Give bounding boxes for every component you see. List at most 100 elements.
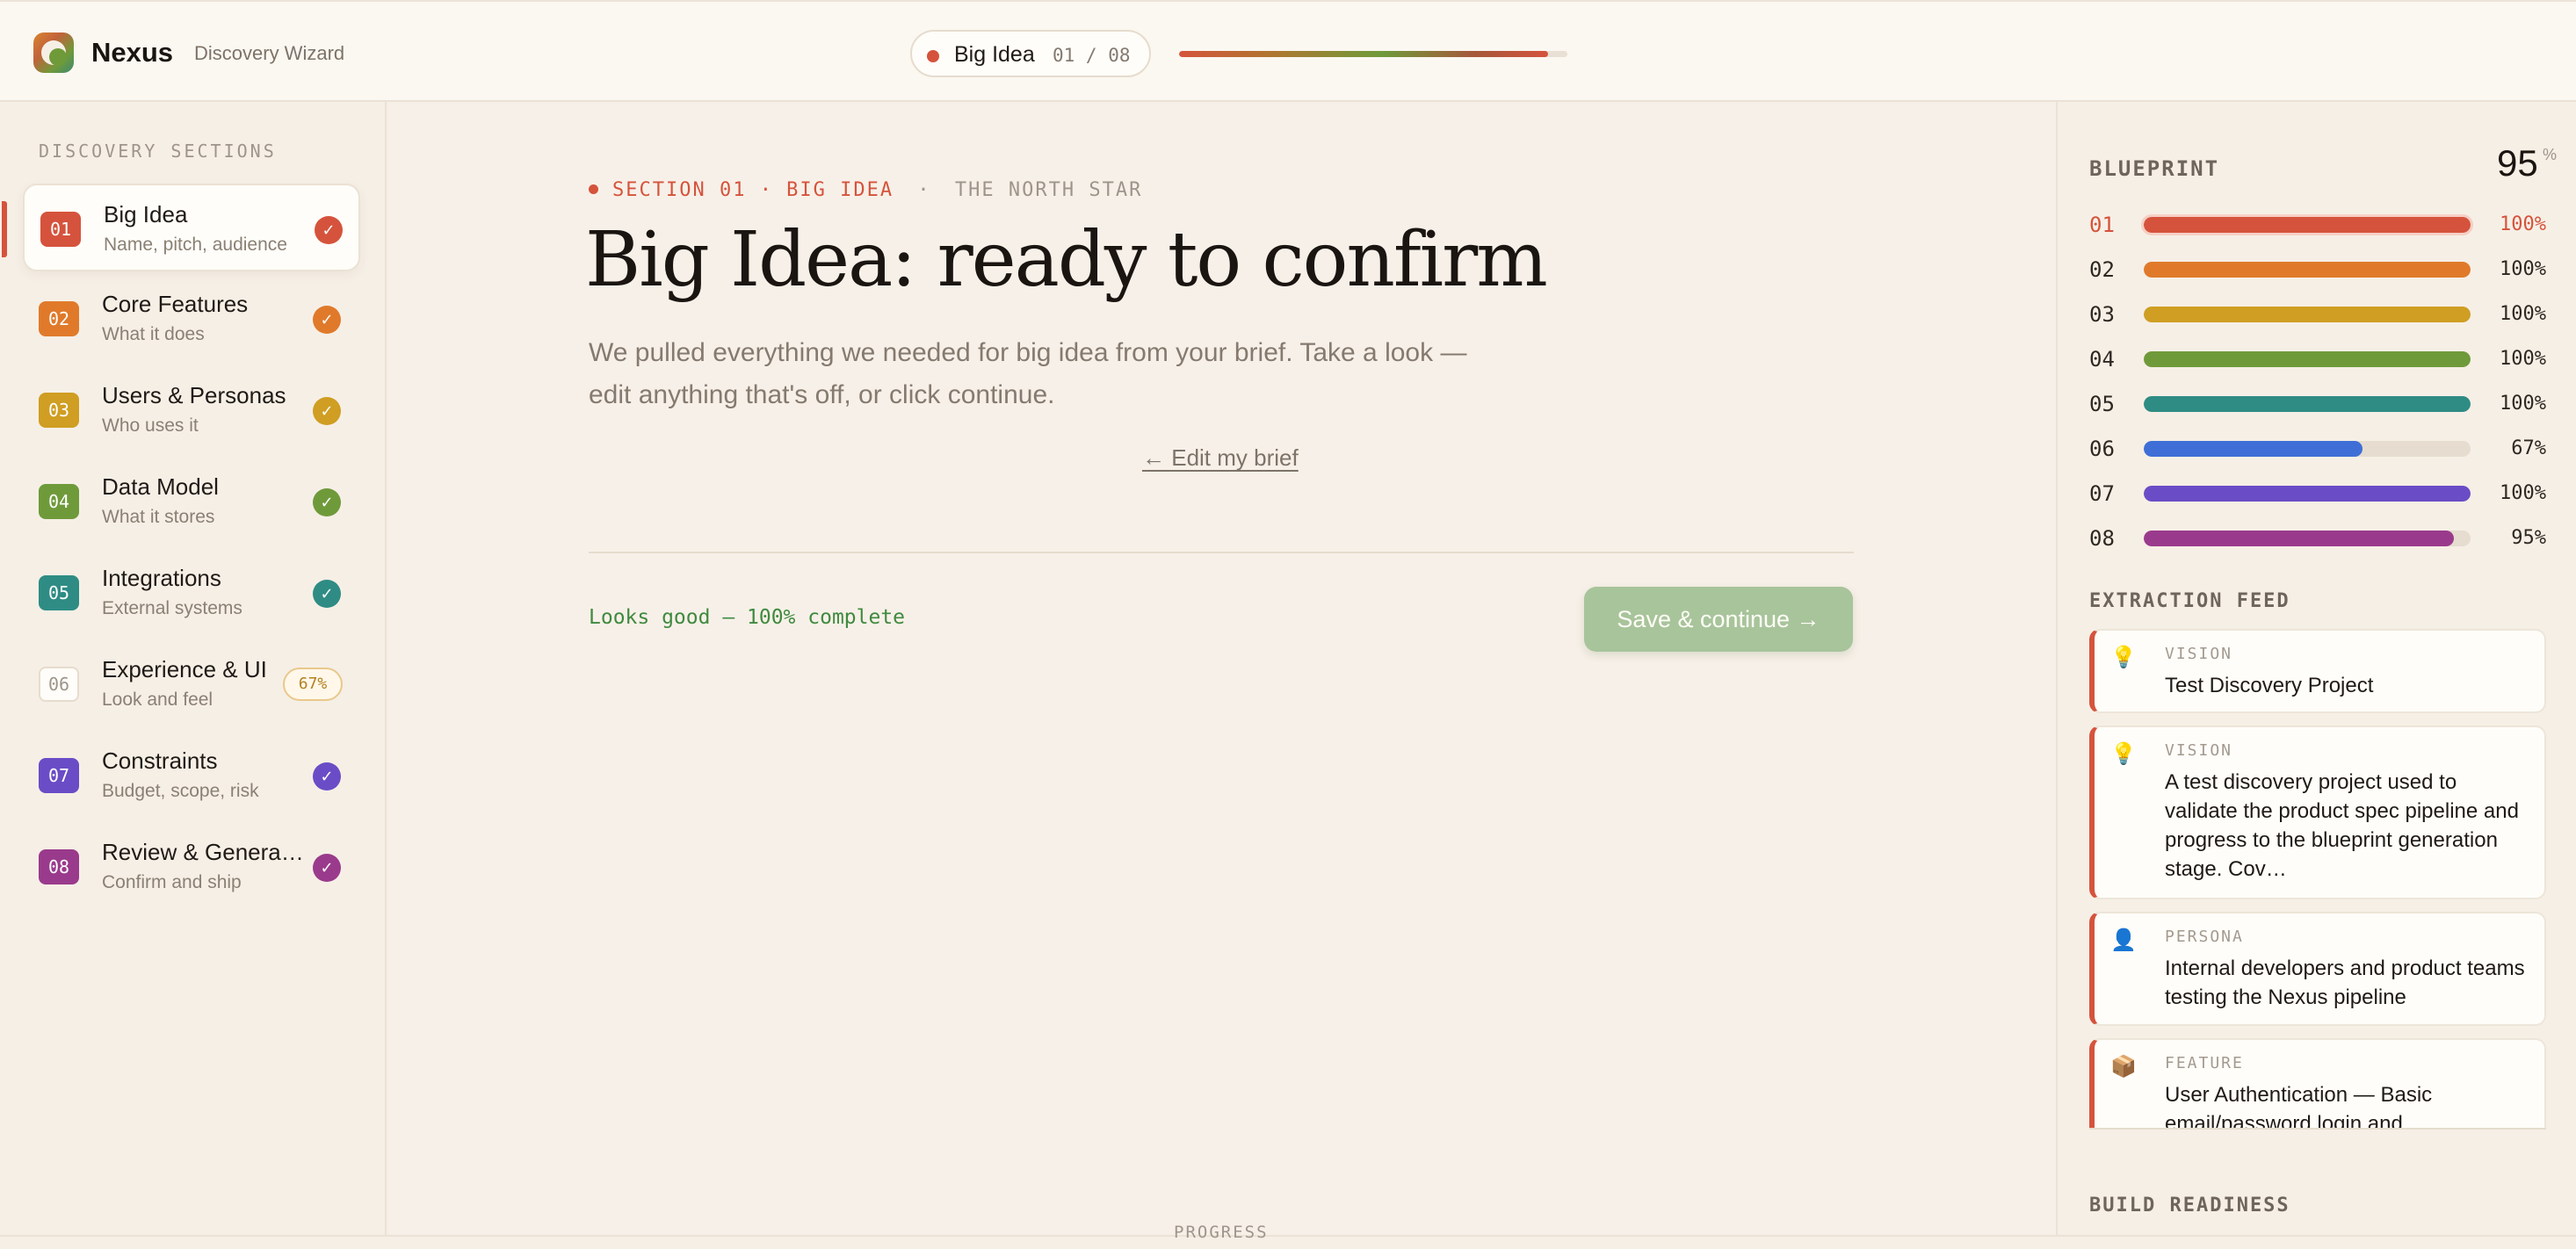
top-bar: Nexus Discovery Wizard Big Idea 01 / 08 [0, 0, 2576, 102]
extraction-feed[interactable]: 💡 VISION Test Discovery Project 💡 VISION A te… [2089, 629, 2546, 1128]
section-subtitle: Budget, scope, risk [102, 781, 259, 801]
feed-kind: PERSONA [2165, 928, 2244, 946]
blueprint-row-number: 04 [2089, 347, 2115, 372]
sidebar-item-constraints[interactable]: 07 Constraints Budget, scope, risk ✓ [23, 732, 360, 819]
step-counter: 01 / 08 [1053, 45, 1131, 66]
sidebar-item-integrations[interactable]: 05 Integrations External systems ✓ [23, 549, 360, 637]
feed-card[interactable]: 👤 PERSONA Internal developers and product … [2089, 912, 2546, 1026]
section-subtitle: Who uses it [102, 415, 199, 436]
section-title: Big Idea [104, 201, 188, 227]
sidebar-item-review-genera[interactable]: 08 Review & Genera… Confirm and ship ✓ [23, 823, 360, 911]
section-number: 06 [39, 667, 79, 702]
lightbulb-icon: 💡 [2110, 742, 2137, 766]
blueprint-row-number: 03 [2089, 302, 2115, 327]
blueprint-row-06: 06 67% [2089, 435, 2546, 461]
check-icon: ✓ [313, 397, 341, 425]
blueprint-row-track [2144, 531, 2471, 546]
feed-card[interactable]: 📦 FEATURE User Authentication — Basic emai… [2089, 1038, 2546, 1128]
section-number: 02 [39, 301, 79, 336]
divider [589, 552, 1854, 553]
section-number: 01 [40, 212, 81, 247]
sections-sidebar: DISCOVERY SECTIONS 01 Big Idea Name, pitch… [0, 102, 387, 1235]
feed-card[interactable]: 💡 VISION A test discovery project used to … [2089, 726, 2546, 899]
save-continue-button[interactable]: Save & continue → [1584, 587, 1853, 652]
eyebrow-separator: · [917, 179, 931, 201]
sidebar-item-users-personas[interactable]: 03 Users & Personas Who uses it ✓ [23, 366, 360, 454]
completion-status: Looks good — 100% complete [589, 606, 906, 629]
check-icon: ✓ [315, 216, 343, 244]
blueprint-row-value: 95% [2511, 527, 2546, 549]
sidebar-heading: DISCOVERY SECTIONS [39, 141, 277, 162]
section-subtitle: Look and feel [102, 689, 213, 710]
nexus-logo-icon[interactable] [33, 32, 74, 73]
footer-bar [0, 1235, 2576, 1249]
blueprint-row-value: 100% [2500, 482, 2546, 504]
feed-text: Internal developers and product teams te… [2165, 957, 2525, 1009]
step-status-dot [927, 50, 939, 62]
blueprint-row-fill [2144, 262, 2471, 278]
blueprint-row-value: 100% [2500, 303, 2546, 325]
feed-text: A test discovery project used to validat… [2165, 770, 2519, 881]
blueprint-row-number: 02 [2089, 257, 2115, 282]
blueprint-row-fill [2144, 351, 2471, 367]
extraction-feed-label: EXTRACTION FEED [2089, 590, 2290, 612]
blueprint-row-05: 05 100% [2089, 390, 2546, 416]
app-name: Nexus [91, 37, 174, 68]
section-title: Data Model [102, 473, 219, 500]
section-title: Experience & UI [102, 656, 267, 682]
blueprint-row-number: 01 [2089, 213, 2115, 237]
person-icon: 👤 [2110, 928, 2137, 952]
blueprint-row-track [2144, 441, 2471, 457]
section-subtitle: Confirm and ship [102, 872, 242, 892]
logo-moon [49, 48, 67, 66]
blueprint-unit: % [2543, 146, 2558, 163]
overall-progress-bar [1179, 51, 1567, 57]
footer-progress-label: PROGRESS [1174, 1223, 1269, 1242]
sidebar-item-big-idea[interactable]: 01 Big Idea Name, pitch, audience ✓ [2, 184, 360, 271]
feed-divider [2089, 1128, 2546, 1130]
blueprint-row-track [2144, 486, 2471, 502]
page-description: We pulled everything we needed for big i… [589, 338, 1467, 409]
section-number: 07 [39, 758, 79, 793]
package-icon: 📦 [2110, 1055, 2137, 1079]
eyebrow-dot [589, 184, 598, 194]
blueprint-row-fill [2144, 531, 2455, 546]
check-icon: ✓ [313, 580, 341, 608]
current-step-pill[interactable]: Big Idea 01 / 08 [910, 30, 1151, 77]
check-icon: ✓ [313, 762, 341, 791]
blueprint-row-value: 100% [2500, 213, 2546, 235]
blueprint-row-03: 03 100% [2089, 300, 2546, 327]
app-subtitle: Discovery Wizard [194, 42, 345, 64]
logo-ring [41, 40, 67, 66]
check-icon: ✓ [313, 854, 341, 882]
blueprint-row-fill [2144, 217, 2471, 233]
sidebar-item-data-model[interactable]: 04 Data Model What it stores ✓ [23, 458, 360, 545]
main-content: SECTION 01 · BIG IDEA · THE NORTH STAR B… [388, 102, 2056, 1235]
sidebar-item-experience-ui[interactable]: 06 Experience & UI Look and feel 67% [23, 640, 360, 728]
edit-brief-link[interactable]: ← Edit my brief [1142, 444, 1299, 472]
section-subtitle: Name, pitch, audience [104, 235, 287, 255]
section-eyebrow: SECTION 01 · BIG IDEA · THE NORTH STAR [589, 179, 1142, 201]
step-title: Big Idea [954, 42, 1035, 67]
check-icon: ✓ [313, 488, 341, 516]
blueprint-row-07: 07 100% [2089, 480, 2546, 506]
feed-card[interactable]: 💡 VISION Test Discovery Project [2089, 629, 2546, 713]
blueprint-row-value: 100% [2500, 393, 2546, 415]
overall-progress-fill [1179, 51, 1548, 57]
sidebar-item-core-features[interactable]: 02 Core Features What it does ✓ [23, 275, 360, 363]
build-readiness-label: BUILD READINESS [2089, 1195, 2290, 1217]
blueprint-row-track [2144, 307, 2471, 322]
feed-text: Test Discovery Project [2165, 674, 2374, 697]
active-indicator [2, 201, 7, 257]
blueprint-row-08: 08 95% [2089, 524, 2546, 551]
blueprint-row-number: 05 [2089, 392, 2115, 416]
blueprint-row-02: 02 100% [2089, 256, 2546, 282]
section-title: Review & Genera… [102, 839, 304, 865]
blueprint-row-track [2144, 217, 2471, 233]
page-title: Big Idea: ready to confirm [585, 216, 1548, 304]
check-icon: ✓ [313, 306, 341, 334]
feed-kind: VISION [2165, 645, 2233, 663]
blueprint-row-value: 67% [2511, 437, 2546, 459]
section-number: 08 [39, 849, 79, 884]
section-number: 03 [39, 393, 79, 428]
